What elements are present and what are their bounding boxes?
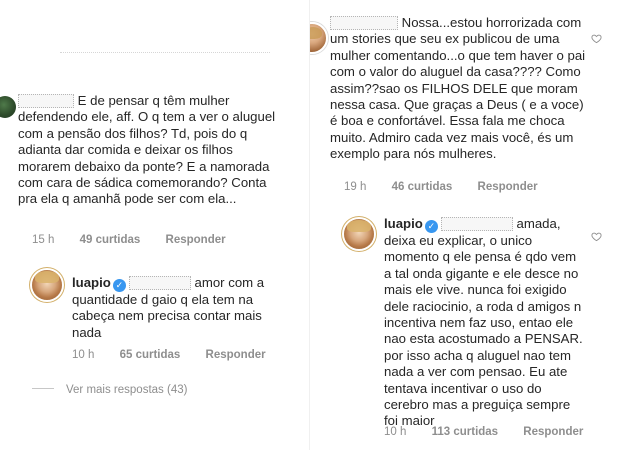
left-comments-panel: E de pensar q têm mulher defendendo ele,… [0,0,310,450]
divider-line [32,388,54,389]
view-more-replies[interactable]: Ver mais respostas (43) [32,384,187,396]
reply-meta: 10 h 113 curtidas Responder [384,426,605,438]
comment-time: 19 h [344,181,367,193]
reply-time: 10 h [72,349,95,361]
reply-comment: luapio ✓ amada, deixa eu explicar, o unic… [384,216,584,430]
comment-meta: 19 h 46 curtidas Responder [344,181,560,193]
view-more-replies-label: Ver mais respostas (43) [66,384,188,396]
verified-badge-icon: ✓ [424,220,438,233]
avatar[interactable] [344,219,374,249]
reply-text: amada, deixa eu explicar, o unico moment… [384,216,583,429]
right-comments-panel: Nossa...estou horrorizada com um stories… [310,0,620,450]
reply-button[interactable]: Responder [478,181,538,193]
redacted-username[interactable] [18,94,74,108]
likes-count[interactable]: 49 curtidas [80,234,141,246]
username[interactable]: luapio [384,216,423,231]
divider [60,52,270,56]
heart-outline-icon[interactable] [591,31,602,44]
reply-button[interactable]: Responder [523,426,583,438]
reply-time: 10 h [384,426,407,438]
comment-text: Nossa...estou horrorizada com um stories… [330,15,586,162]
heart-outline-icon[interactable] [591,229,602,242]
verified-badge-icon: ✓ [112,279,126,292]
comment: Nossa...estou horrorizada com um stories… [330,15,588,163]
username[interactable]: luapio [72,275,111,290]
reply-button[interactable]: Responder [166,234,226,246]
reply-meta: 10 h 65 curtidas Responder [72,349,288,361]
reply-comment: luapio ✓ amor com a quantidade d gaio q e… [72,275,294,341]
redacted-username[interactable] [330,16,398,30]
reply-button[interactable]: Responder [206,349,266,361]
comment-text: E de pensar q têm mulher defendendo ele,… [18,93,276,207]
likes-count[interactable]: 46 curtidas [392,181,453,193]
redacted-mention[interactable] [128,276,191,290]
likes-count[interactable]: 113 curtidas [432,426,498,438]
comment-meta: 15 h 49 curtidas Responder [32,234,248,246]
redacted-mention[interactable] [440,217,513,231]
likes-count[interactable]: 65 curtidas [120,349,181,361]
comment: E de pensar q têm mulher defendendo ele,… [18,93,288,208]
avatar[interactable] [310,22,328,54]
avatar[interactable] [0,96,16,118]
avatar[interactable] [32,270,62,300]
comment-time: 15 h [32,234,55,246]
